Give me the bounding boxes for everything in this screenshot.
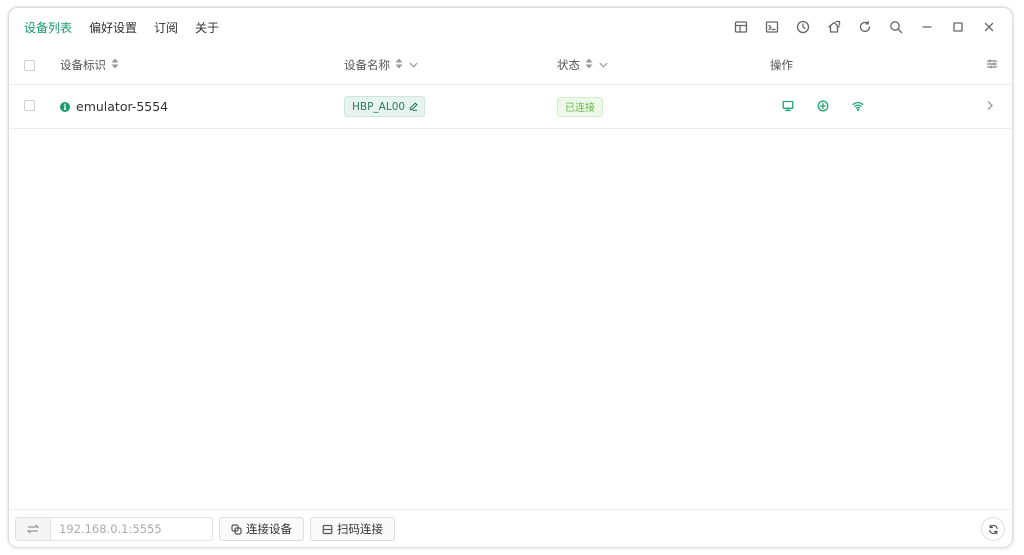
device-name-tag[interactable]: HBP_AL00	[344, 96, 426, 117]
column-actions-label: 操作	[770, 58, 793, 72]
wifi-icon[interactable]	[851, 99, 865, 113]
minimize-icon[interactable]	[911, 12, 942, 42]
status-cell: 已连接	[557, 85, 603, 128]
name-cell: HBP_AL00	[344, 85, 426, 128]
nav-tabs: 设备列表 偏好设置 订阅 关于	[9, 19, 236, 36]
column-serial[interactable]: 设备标识	[60, 46, 119, 84]
tab-about[interactable]: 关于	[195, 19, 219, 36]
link-icon	[231, 523, 242, 535]
close-icon[interactable]	[973, 12, 1004, 42]
chevron-down-icon[interactable]	[599, 58, 608, 72]
scan-connect-label: 扫码连接	[337, 522, 383, 536]
column-serial-label: 设备标识	[60, 58, 106, 72]
refresh-icon[interactable]	[849, 12, 880, 42]
title-bar: 设备列表 偏好设置 订阅 关于	[9, 8, 1012, 46]
tab-device-list[interactable]: 设备列表	[24, 19, 72, 36]
add-circle-icon[interactable]	[816, 99, 830, 113]
connect-device-button[interactable]: 连接设备	[219, 517, 304, 541]
table-header: 设备标识 设备名称 状态 操作	[9, 46, 1012, 85]
info-icon: i	[60, 101, 70, 112]
table-row[interactable]: i emulator-5554 HBP_AL00 已连接	[9, 85, 1012, 129]
bottom-bar: 连接设备 扫码连接	[9, 509, 1012, 547]
column-name-label: 设备名称	[344, 58, 390, 72]
terminal-icon[interactable]	[756, 12, 787, 42]
maximize-icon[interactable]	[942, 12, 973, 42]
tab-preferences[interactable]: 偏好设置	[89, 19, 137, 36]
swap-icon[interactable]	[15, 517, 50, 541]
device-serial: emulator-5554	[76, 99, 169, 114]
layout-icon[interactable]	[725, 12, 756, 42]
status-badge: 已连接	[557, 96, 603, 117]
column-status[interactable]: 状态	[557, 46, 608, 84]
row-checkbox[interactable]	[24, 100, 35, 111]
ip-address-input[interactable]	[50, 517, 213, 541]
device-name: HBP_AL00	[352, 100, 406, 113]
chevron-down-icon[interactable]	[409, 58, 418, 72]
column-name[interactable]: 设备名称	[344, 46, 418, 84]
share-icon[interactable]	[818, 12, 849, 42]
connect-device-label: 连接设备	[246, 522, 292, 536]
column-status-label: 状态	[557, 58, 580, 72]
serial-cell: i emulator-5554	[60, 85, 168, 128]
select-all-checkbox[interactable]	[24, 60, 35, 71]
column-actions: 操作	[770, 46, 793, 84]
tab-subscription[interactable]: 订阅	[154, 19, 178, 36]
refresh-devices-icon[interactable]	[981, 517, 1005, 541]
chevron-right-icon[interactable]	[986, 100, 996, 112]
sort-icon[interactable]	[585, 58, 593, 72]
search-icon[interactable]	[880, 12, 911, 42]
clock-icon[interactable]	[787, 12, 818, 42]
scan-icon	[322, 524, 333, 534]
window-toolbar	[725, 12, 1012, 42]
sort-icon[interactable]	[111, 58, 119, 72]
app-window: 设备列表 偏好设置 订阅 关于 设备标识 设备名称 状态 操作 i emulat…	[8, 7, 1013, 548]
column-settings-icon[interactable]	[986, 58, 998, 70]
scan-connect-button[interactable]: 扫码连接	[310, 517, 395, 541]
edit-icon	[409, 102, 418, 111]
sort-icon[interactable]	[395, 58, 403, 72]
screen-mirror-icon[interactable]	[781, 99, 795, 113]
